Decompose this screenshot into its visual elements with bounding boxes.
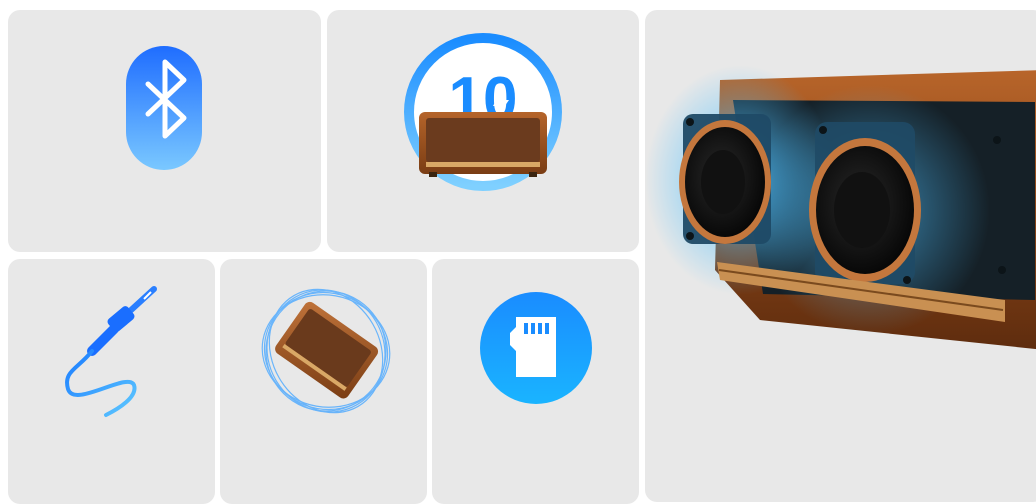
tf-card-feature-tile <box>432 259 639 504</box>
surround-feature-tile <box>220 259 427 504</box>
speaker-driver-icon <box>645 65 1036 350</box>
battery-badge-icon: 10 <box>404 33 562 191</box>
aux-cable-icon <box>65 286 157 417</box>
sd-card-icon <box>480 292 592 404</box>
bluetooth-icon <box>126 46 202 170</box>
aux-feature-tile <box>8 259 215 504</box>
battery-feature-tile: 10 <box>327 10 639 252</box>
bluetooth-feature-tile <box>8 10 321 252</box>
speaker-360-icon <box>261 288 391 414</box>
speaker-driver-tile <box>645 10 1036 502</box>
